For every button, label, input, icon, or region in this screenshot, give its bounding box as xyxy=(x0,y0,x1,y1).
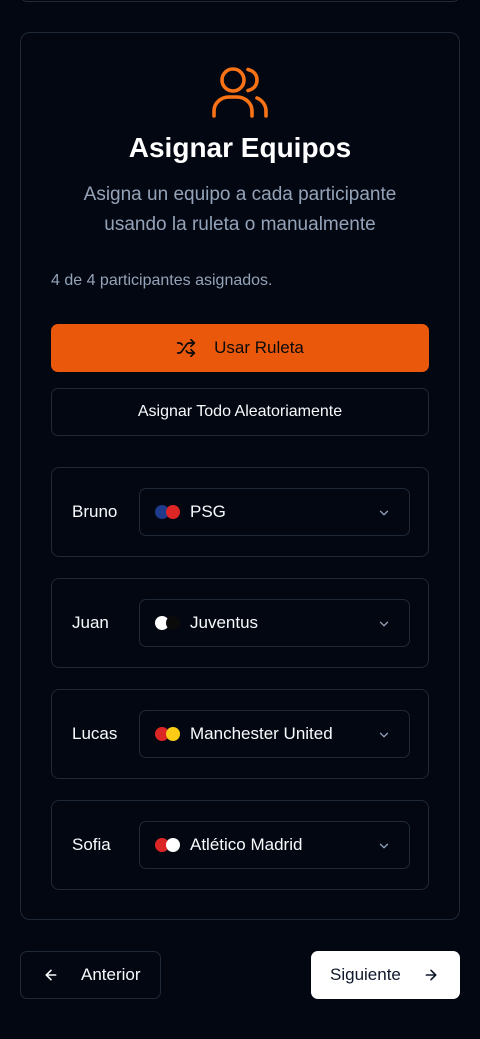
arrow-right-icon xyxy=(425,969,437,981)
team-colors-badge xyxy=(155,616,181,630)
previous-button[interactable]: Anterior xyxy=(20,951,161,999)
team-color-secondary xyxy=(166,505,180,519)
arrow-left-icon xyxy=(45,969,57,981)
next-label: Siguiente xyxy=(330,965,401,984)
participant-card: Lucas Manchester United xyxy=(51,689,429,779)
team-color-secondary xyxy=(166,727,180,741)
users-icon xyxy=(212,67,268,118)
chevron-down-icon xyxy=(379,843,389,849)
chevron-down-icon xyxy=(379,510,389,516)
use-roulette-label: Usar Ruleta xyxy=(214,338,304,357)
team-select-value: PSG xyxy=(190,502,226,521)
participant-card: Bruno PSG xyxy=(51,467,429,557)
team-colors-badge xyxy=(155,727,181,741)
team-select[interactable]: Atlético Madrid xyxy=(139,821,410,869)
previous-card-edge xyxy=(20,0,460,2)
use-roulette-button[interactable]: Usar Ruleta xyxy=(51,324,429,372)
participant-name: Sofia xyxy=(72,835,111,854)
previous-label: Anterior xyxy=(81,965,141,984)
page-subtitle: Asigna un equipo a cada participante usa… xyxy=(83,184,397,235)
team-colors-badge xyxy=(155,505,181,519)
shuffle-icon xyxy=(176,338,196,358)
assignment-progress-text: 4 de 4 participantes asignados. xyxy=(51,272,273,289)
assign-all-random-button[interactable]: Asignar Todo Aleatoriamente xyxy=(51,388,429,436)
participant-card: Sofia Atlético Madrid xyxy=(51,800,429,890)
chevron-down-icon xyxy=(379,621,389,627)
chevron-down-icon xyxy=(379,732,389,738)
team-select[interactable]: Manchester United xyxy=(139,710,410,758)
participant-name: Lucas xyxy=(72,724,118,743)
participant-name: Juan xyxy=(72,613,109,632)
assign-all-random-label: Asignar Todo Aleatoriamente xyxy=(137,403,343,420)
team-select-value: Juventus xyxy=(190,613,259,632)
team-select[interactable]: Juventus xyxy=(139,599,410,647)
next-button[interactable]: Siguiente xyxy=(311,951,460,999)
team-select-value: Manchester United xyxy=(190,724,333,743)
participant-name: Bruno xyxy=(72,502,118,521)
team-select[interactable]: PSG xyxy=(139,488,410,536)
team-select-value: Atlético Madrid xyxy=(190,835,303,854)
page-title: Asignar Equipos xyxy=(128,132,352,163)
team-color-secondary xyxy=(166,616,180,630)
participant-card: Juan Juventus xyxy=(51,578,429,668)
team-color-secondary xyxy=(166,838,180,852)
team-colors-badge xyxy=(155,838,181,852)
